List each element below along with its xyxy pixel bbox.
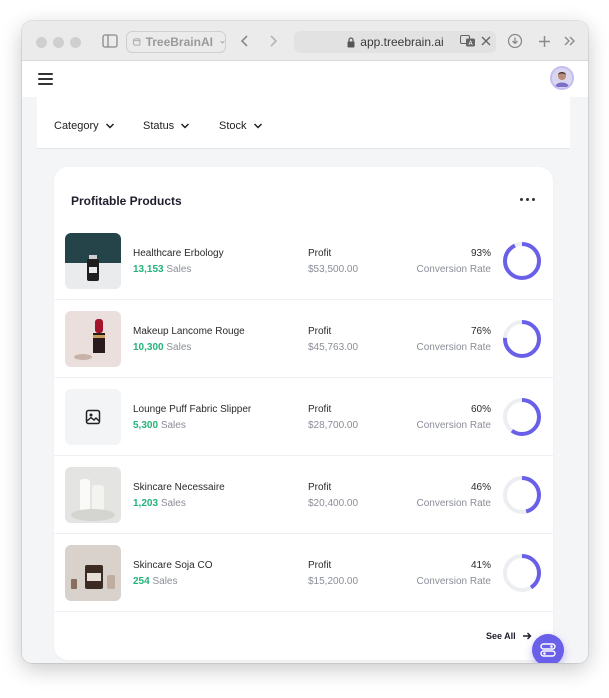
chevron-down-icon [105,123,114,129]
product-row[interactable]: Lounge Puff Fabric Slipper 5,300 Sales Pro… [54,378,553,456]
avatar[interactable] [550,66,574,90]
menu-icon[interactable] [38,73,53,85]
sales-count: 5,300 [133,420,159,431]
product-sales: 10,300 Sales [133,342,191,353]
profit-label: Profit [308,560,332,571]
product-row[interactable]: Skincare Necessaire 1,203 Sales Profit $20,… [54,456,553,534]
profitable-products-card: Profitable Products Healthcare Erbology 1… [54,167,553,660]
conversion-progress-ring [503,320,541,358]
product-name: Makeup Lancome Rouge [133,326,245,337]
conversion-percent: 41% [470,560,491,571]
conversion-label: Conversion Rate [416,576,491,587]
tab-group-label: TreeBrainAI [145,35,213,49]
chevron-down-icon [220,40,225,44]
lock-icon [347,36,355,47]
product-thumbnail [65,545,121,601]
product-name: Skincare Soja CO [133,560,213,571]
conversion-progress-ring [503,476,541,514]
tab-icon [133,38,141,46]
product-thumbnail [65,233,121,289]
conversion-progress-ring [503,398,541,436]
arrow-right-icon [522,632,532,640]
filter-label: Status [143,120,175,132]
card-title: Profitable Products [71,194,182,208]
zoom-window-button[interactable] [70,37,81,48]
profit-value: $53,500.00 [308,264,359,275]
conversion-percent: 76% [470,326,491,337]
profit-label: Profit [308,404,332,415]
page-content: Category Status Stock Profitable Product… [22,61,588,663]
chevron-down-icon [181,123,190,129]
conversion-percent: 46% [470,482,491,493]
filter-bar: Category Status Stock [37,97,570,149]
sales-suffix: Sales [152,576,178,587]
product-row[interactable]: Healthcare Erbology 13,153 Sales Profit $53… [54,222,553,300]
profit-value: $20,400.00 [308,498,359,509]
product-row[interactable]: Makeup Lancome Rouge 10,300 Sales Profit $4… [54,300,553,378]
profit-value: $45,763.00 [308,342,359,353]
sales-suffix: Sales [160,498,186,509]
sales-suffix: Sales [166,264,192,275]
product-name: Skincare Necessaire [133,482,225,493]
product-thumbnail [65,467,121,523]
category-filter-dropdown[interactable]: Category [54,120,115,132]
sales-count: 1,203 [133,498,159,509]
product-sales: 254 Sales [133,576,177,587]
url-text: app.treebrain.ai [360,35,444,49]
conversion-percent: 60% [470,404,491,415]
chevron-down-icon [253,123,262,129]
browser-titlebar: TreeBrainAI app.treebrain.ai A [22,21,588,61]
sales-suffix: Sales [166,342,192,353]
product-name: Healthcare Erbology [133,248,224,259]
profit-label: Profit [308,482,332,493]
sales-count: 13,153 [133,264,164,275]
tab-group-selector[interactable]: TreeBrainAI [126,31,226,53]
profit-value: $15,200.00 [308,576,359,587]
profit-label: Profit [308,248,332,259]
product-thumbnail [65,311,121,367]
conversion-label: Conversion Rate [416,264,491,275]
toggles-icon [540,643,556,657]
back-arrow-icon[interactable] [238,32,252,50]
status-filter-dropdown[interactable]: Status [143,120,190,132]
clear-url-icon[interactable] [480,32,492,50]
product-sales: 1,203 Sales [133,498,186,509]
filter-label: Stock [219,120,247,132]
new-tab-icon[interactable] [536,32,552,50]
conversion-percent: 93% [470,248,491,259]
translate-icon[interactable]: A [459,32,477,50]
minimize-window-button[interactable] [53,37,64,48]
product-sales: 5,300 Sales [133,420,186,431]
conversion-progress-ring [503,554,541,592]
settings-fab-button[interactable] [532,634,564,663]
conversion-progress-ring [503,242,541,280]
more-options-icon[interactable] [520,194,536,204]
sales-count: 10,300 [133,342,164,353]
sales-suffix: Sales [160,420,186,431]
stock-filter-dropdown[interactable]: Stock [219,120,263,132]
forward-arrow-icon[interactable] [266,32,280,50]
app-header [22,61,588,97]
sidebar-toggle-icon[interactable] [101,32,119,50]
sales-count: 254 [133,576,150,587]
product-sales: 13,153 Sales [133,264,191,275]
see-all-link[interactable]: See All [486,631,532,641]
close-window-button[interactable] [36,37,47,48]
browser-window: TreeBrainAI app.treebrain.ai A Category … [22,21,588,663]
profit-label: Profit [308,326,332,337]
conversion-label: Conversion Rate [416,420,491,431]
product-row[interactable]: Skincare Soja CO 254 Sales Profit $15,200.0… [54,534,553,612]
downloads-icon[interactable] [506,32,524,50]
product-name: Lounge Puff Fabric Slipper [133,404,252,415]
placeholder-image-icon [85,409,101,425]
filter-label: Category [54,120,99,132]
product-thumbnail [65,389,121,445]
conversion-label: Conversion Rate [416,498,491,509]
tab-overflow-icon[interactable] [562,32,578,50]
conversion-label: Conversion Rate [416,342,491,353]
ring-fill [503,242,541,280]
profit-value: $28,700.00 [308,420,359,431]
see-all-label: See All [486,631,516,641]
